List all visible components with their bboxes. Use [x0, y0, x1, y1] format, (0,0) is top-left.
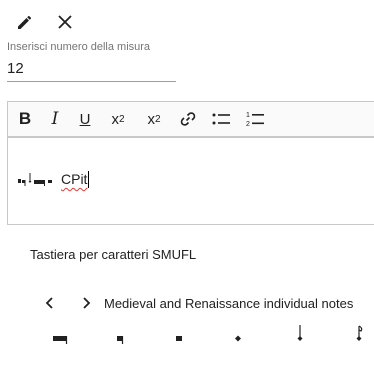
semiminima-note-glyph[interactable]	[344, 325, 374, 355]
measure-number-input[interactable]: 12	[7, 60, 24, 77]
brevis-note-glyph[interactable]	[168, 325, 198, 355]
subscript-mark: 2	[118, 113, 125, 125]
close-icon[interactable]	[54, 11, 76, 33]
longa-note-glyph[interactable]	[110, 325, 140, 355]
editor-line: CPit	[18, 168, 90, 190]
maxima-note-glyph[interactable]	[52, 325, 82, 355]
top-icon-bar	[14, 11, 76, 33]
subscript-button[interactable]: x2	[107, 106, 129, 132]
svg-text:2: 2	[246, 121, 250, 128]
link-icon[interactable]	[179, 106, 197, 132]
smufl-keyboard-panel: Tastiera per caratteri SMUFL Medieval an…	[0, 225, 374, 368]
bullet-list-icon[interactable]	[211, 106, 231, 132]
subscript-base: x	[111, 110, 119, 128]
measure-number-underline	[7, 81, 176, 82]
glyph-palette	[0, 325, 374, 355]
numbered-list-icon[interactable]: 12	[245, 106, 265, 132]
superscript-mark: 2	[154, 113, 161, 125]
editor-text: CPit	[61, 171, 88, 187]
pencil-icon[interactable]	[14, 11, 36, 33]
bold-button[interactable]: B	[17, 106, 33, 132]
italic-button[interactable]: I	[47, 106, 63, 132]
minima-note-glyph[interactable]	[286, 325, 316, 355]
semibrevis-note-glyph[interactable]	[226, 325, 256, 355]
chevron-left-icon[interactable]	[40, 293, 60, 313]
category-label: Medieval and Renaissance individual note…	[104, 295, 354, 311]
category-navigation: Medieval and Renaissance individual note…	[40, 293, 353, 313]
text-caret	[88, 170, 90, 188]
underline-button[interactable]: U	[77, 106, 93, 132]
smufl-panel-title: Tastiera per caratteri SMUFL	[30, 247, 197, 262]
measure-number-label: Inserisci numero della misura	[7, 41, 151, 53]
svg-text:1: 1	[246, 112, 250, 119]
chevron-right-icon[interactable]	[76, 293, 96, 313]
superscript-base: x	[147, 110, 155, 128]
rich-text-editor[interactable]: CPit	[7, 137, 374, 225]
superscript-button[interactable]: x2	[143, 106, 165, 132]
formatting-toolbar: B I U x2 x2 12	[7, 101, 374, 137]
inserted-music-glyphs	[18, 173, 52, 186]
